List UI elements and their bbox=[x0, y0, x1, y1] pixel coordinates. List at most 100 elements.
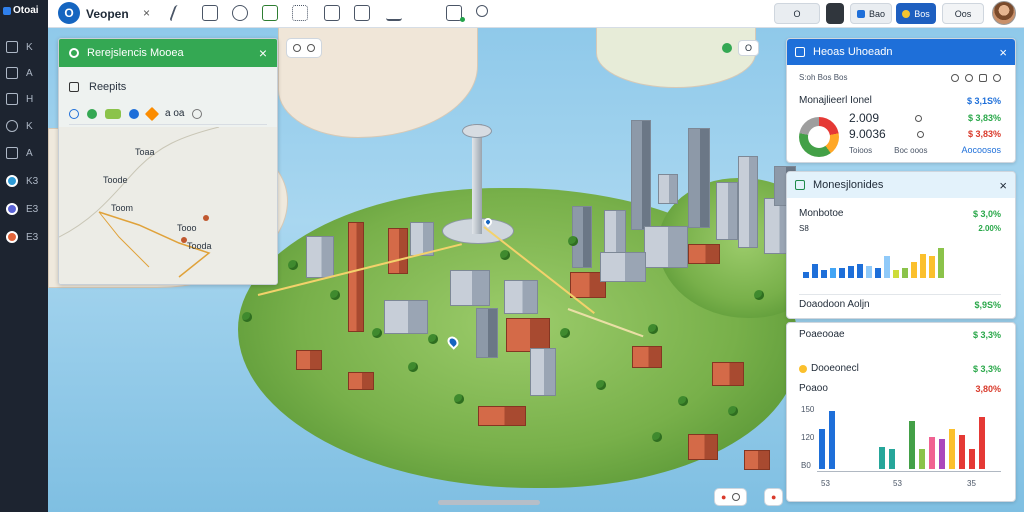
building bbox=[506, 318, 550, 352]
rail-item-table[interactable]: H bbox=[6, 90, 44, 108]
refresh-icon[interactable] bbox=[993, 73, 1001, 82]
minimap-label: Toom bbox=[111, 203, 134, 213]
map-view-toggle[interactable] bbox=[286, 38, 322, 58]
map-alert-button[interactable]: ● bbox=[764, 488, 784, 506]
layers-icon bbox=[6, 67, 18, 79]
toolbar-pill-c[interactable]: Bos bbox=[896, 3, 936, 24]
info-icon bbox=[915, 114, 923, 122]
rail-item-app-purple[interactable]: E3 bbox=[6, 200, 44, 218]
house bbox=[632, 346, 662, 368]
waypoint-marker[interactable] bbox=[181, 237, 187, 243]
bar bbox=[969, 449, 975, 469]
rail-item-app-orange[interactable]: E3 bbox=[6, 228, 44, 246]
route-search[interactable]: Reepits bbox=[69, 77, 267, 97]
close-tab-button[interactable]: × bbox=[143, 6, 150, 20]
axis-label: B0 bbox=[801, 461, 811, 470]
map-land-northeast bbox=[596, 28, 756, 88]
bus-icon[interactable] bbox=[202, 5, 218, 21]
waypoint-marker[interactable] bbox=[203, 215, 209, 221]
user-avatar[interactable] bbox=[992, 1, 1016, 25]
zoom-icon[interactable] bbox=[965, 73, 973, 82]
summary-card-close-button[interactable]: × bbox=[999, 45, 1007, 60]
minimap-label: Toaa bbox=[135, 147, 155, 157]
pencil-icon[interactable] bbox=[386, 5, 402, 21]
metrics-card-header: Monesjlonides × bbox=[787, 172, 1015, 198]
bar bbox=[893, 270, 899, 278]
walk-icon[interactable] bbox=[69, 108, 79, 119]
tree bbox=[728, 406, 738, 416]
route-panel-header: Rerejslencis Mooea × bbox=[59, 39, 277, 67]
toolbar-pill-b[interactable]: Bao bbox=[850, 3, 892, 24]
summary-subtitle-row: S:oh Bos Bos bbox=[799, 73, 1001, 82]
route-minimap-lines bbox=[59, 127, 220, 278]
bar bbox=[857, 264, 863, 278]
building bbox=[388, 228, 408, 274]
dashboard-icon bbox=[795, 47, 805, 57]
metrics-card-close-button[interactable]: × bbox=[999, 178, 1007, 193]
rail-item-chart[interactable]: A bbox=[6, 144, 44, 162]
app-logo[interactable]: O bbox=[58, 2, 80, 24]
route-icon bbox=[69, 48, 79, 58]
rail-item-globe[interactable]: K bbox=[6, 117, 44, 135]
alert-icon: ● bbox=[771, 492, 777, 502]
rail-item-app-blue[interactable]: K3 bbox=[6, 172, 44, 190]
tree bbox=[652, 432, 662, 442]
car-icon[interactable] bbox=[105, 108, 121, 119]
house bbox=[478, 406, 526, 426]
document-icon[interactable] bbox=[354, 5, 370, 21]
bar bbox=[879, 447, 885, 469]
breakdown-separator bbox=[799, 344, 1001, 348]
minimap-label: Tooda bbox=[187, 241, 212, 251]
map-status[interactable]: O bbox=[716, 38, 765, 58]
toolbar-pill-d[interactable]: Oos bbox=[942, 3, 984, 24]
settings-icon[interactable] bbox=[192, 108, 203, 119]
bar bbox=[848, 266, 854, 278]
tree bbox=[648, 324, 658, 334]
map-scrollbar[interactable] bbox=[438, 500, 540, 505]
tree bbox=[568, 236, 578, 246]
route-minimap[interactable]: Toaa Toode Toom Tooo Tooda bbox=[59, 127, 277, 284]
filter-icon[interactable] bbox=[979, 73, 987, 82]
rail-item-folder[interactable]: K bbox=[6, 38, 44, 56]
toolbar-pill-a[interactable]: O bbox=[774, 3, 820, 24]
bike-icon[interactable] bbox=[87, 108, 97, 119]
pen-tool-icon[interactable] bbox=[169, 5, 191, 21]
table-icon bbox=[6, 93, 18, 105]
tree bbox=[428, 334, 438, 344]
building bbox=[530, 348, 556, 396]
skyscraper bbox=[631, 120, 651, 230]
metrics-footer: Doaodoon Aoljn $,9S% bbox=[799, 294, 1001, 310]
direction-icon[interactable] bbox=[144, 106, 160, 121]
rail-item-layers[interactable]: A bbox=[6, 64, 44, 82]
house bbox=[348, 372, 374, 390]
folder-icon bbox=[6, 41, 18, 53]
crop-icon[interactable] bbox=[324, 5, 340, 21]
stop-icon[interactable] bbox=[826, 3, 844, 24]
status-dot-icon bbox=[460, 17, 465, 22]
route-mode-selector[interactable]: a oa bbox=[69, 103, 267, 125]
transit-icon[interactable] bbox=[129, 108, 139, 119]
minimap-label: Tooo bbox=[177, 223, 197, 233]
clock-icon[interactable] bbox=[476, 5, 488, 17]
summary-footer: Toioos Boc ooos Aocoosos bbox=[849, 145, 1001, 155]
route-panel-close-button[interactable]: × bbox=[259, 45, 267, 61]
hand-icon[interactable] bbox=[232, 5, 248, 21]
map-zoom-controls[interactable]: ● bbox=[714, 488, 748, 506]
record-icon: ● bbox=[721, 492, 727, 502]
tree bbox=[596, 380, 606, 390]
bar bbox=[819, 429, 825, 469]
bar bbox=[979, 417, 985, 469]
search-icon[interactable] bbox=[951, 73, 959, 82]
tower-shaft bbox=[472, 124, 482, 234]
breakdown-card: Poaeooae $ 3,3% Dooeonecl $ 3,3% Poaoo 3… bbox=[786, 322, 1016, 502]
badge-icon bbox=[856, 9, 865, 18]
home-icon[interactable] bbox=[262, 5, 278, 21]
building bbox=[450, 270, 490, 306]
breakdown-row: Dooeonecl $ 3,3% bbox=[799, 363, 1001, 374]
grid-icon[interactable] bbox=[292, 5, 308, 21]
bar bbox=[959, 435, 965, 469]
metrics-card: Monesjlonides × Monbotoe $ 3,0% S8 2.00%… bbox=[786, 171, 1016, 319]
bar bbox=[830, 268, 836, 278]
bar bbox=[938, 248, 944, 278]
bar bbox=[803, 272, 809, 278]
